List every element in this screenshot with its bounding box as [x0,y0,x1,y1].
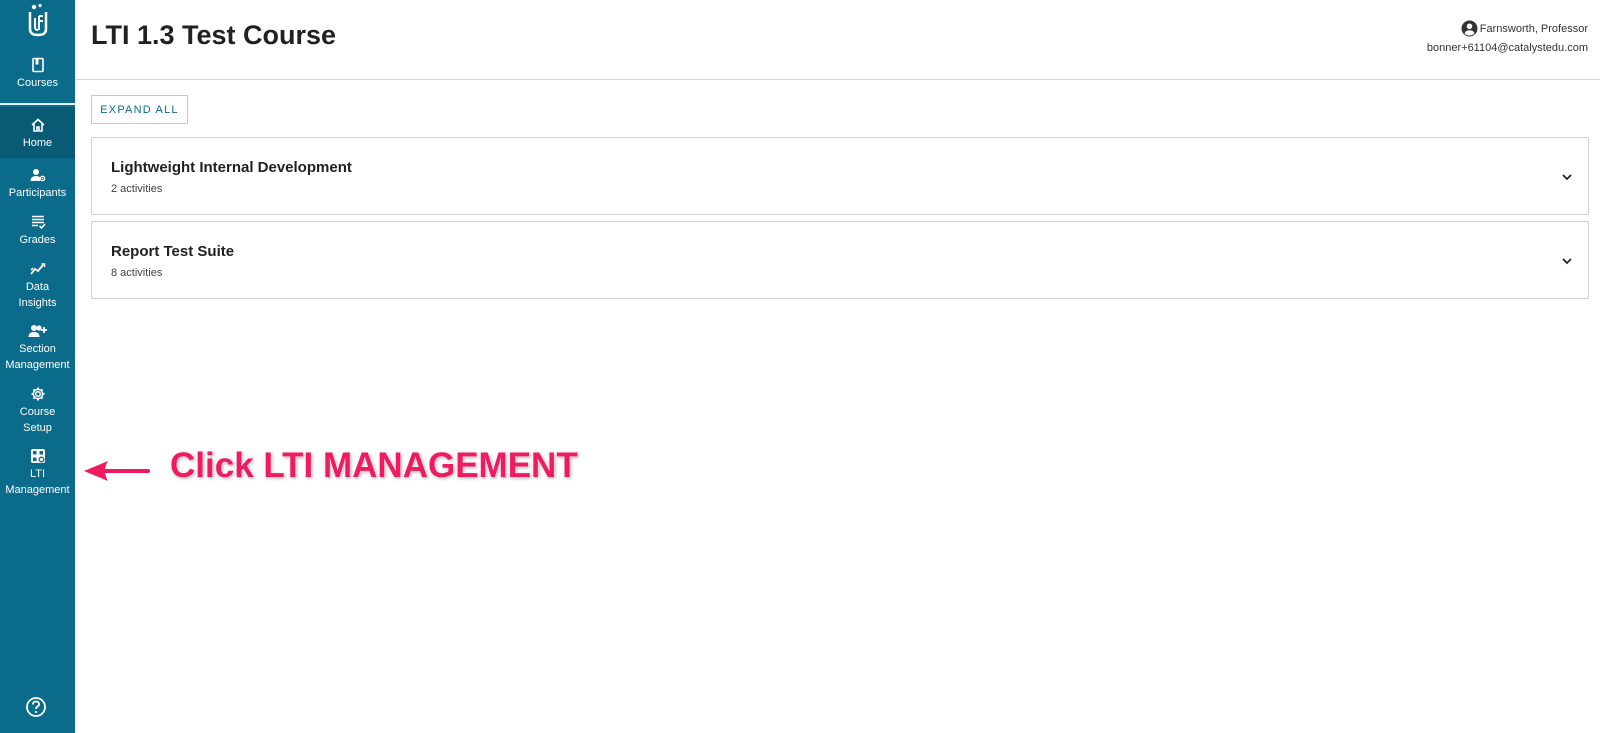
sidebar-item-grades[interactable]: Grades [0,214,75,254]
sidebar-item-label: Grades [19,234,56,246]
sidebar-item-section-management[interactable]: Section Management [0,323,75,373]
help-icon[interactable] [25,696,47,718]
unit-title: Report Test Suite [111,243,235,260]
sidebar-item-course-setup[interactable]: Course Setup [0,386,75,436]
user-name: Farnsworth, Professor [1479,22,1588,35]
chevron-down-icon[interactable] [1560,254,1574,268]
page-title: LTI 1.3 Test Course [91,20,337,50]
sidebar-divider [0,103,75,105]
data-insights-icon [29,263,45,275]
sidebar-item-label: Courses [17,77,58,89]
annotation-text: Click LTI MANAGEMENT [170,446,578,485]
unit-card[interactable]: Lightweight Internal Development 2 activ… [91,137,1589,215]
account-icon [1461,20,1478,37]
grades-icon [31,215,46,230]
unit-activity-count: 8 activities [111,267,163,279]
lti-management-icon [30,449,45,463]
section-management-icon [28,325,47,337]
user-info[interactable]: Farnsworth, Professor bonner+61104@catal… [1427,20,1588,54]
page-header: LTI 1.3 Test Course Farnsworth, Professo… [75,0,1600,80]
home-icon [30,118,45,132]
chevron-down-icon[interactable] [1560,170,1574,184]
sidebar-item-participants[interactable]: Participants [0,167,75,207]
expand-all-button[interactable]: EXPAND ALL [91,95,188,124]
annotation-arrow-icon [84,461,150,481]
participants-icon [30,169,45,182]
flask-logo-icon[interactable] [0,0,75,40]
gear-icon [31,387,44,401]
unit-title: Lightweight Internal Development [111,159,352,176]
sidebar-item-home[interactable]: Home [0,107,75,158]
sidebar-item-courses[interactable]: Courses [0,57,75,101]
unit-card[interactable]: Report Test Suite 8 activities [91,221,1589,299]
sidebar: Courses Home Participants Grades Data In… [0,0,75,733]
sidebar-item-label: Participants [8,187,67,199]
sidebar-item-lti-management[interactable]: LTI Management [0,448,75,498]
unit-activity-count: 2 activities [111,183,163,195]
sidebar-item-label: Home [22,137,53,149]
sidebar-item-label: LTI Management [5,468,70,496]
user-email: bonner+61104@catalystedu.com [1426,42,1588,54]
book-icon [31,57,44,73]
sidebar-item-label: Section Management [5,343,70,371]
sidebar-item-label: Data Insights [18,281,57,309]
sidebar-item-data-insights[interactable]: Data Insights [0,261,75,311]
sidebar-item-label: Course Setup [19,406,56,434]
